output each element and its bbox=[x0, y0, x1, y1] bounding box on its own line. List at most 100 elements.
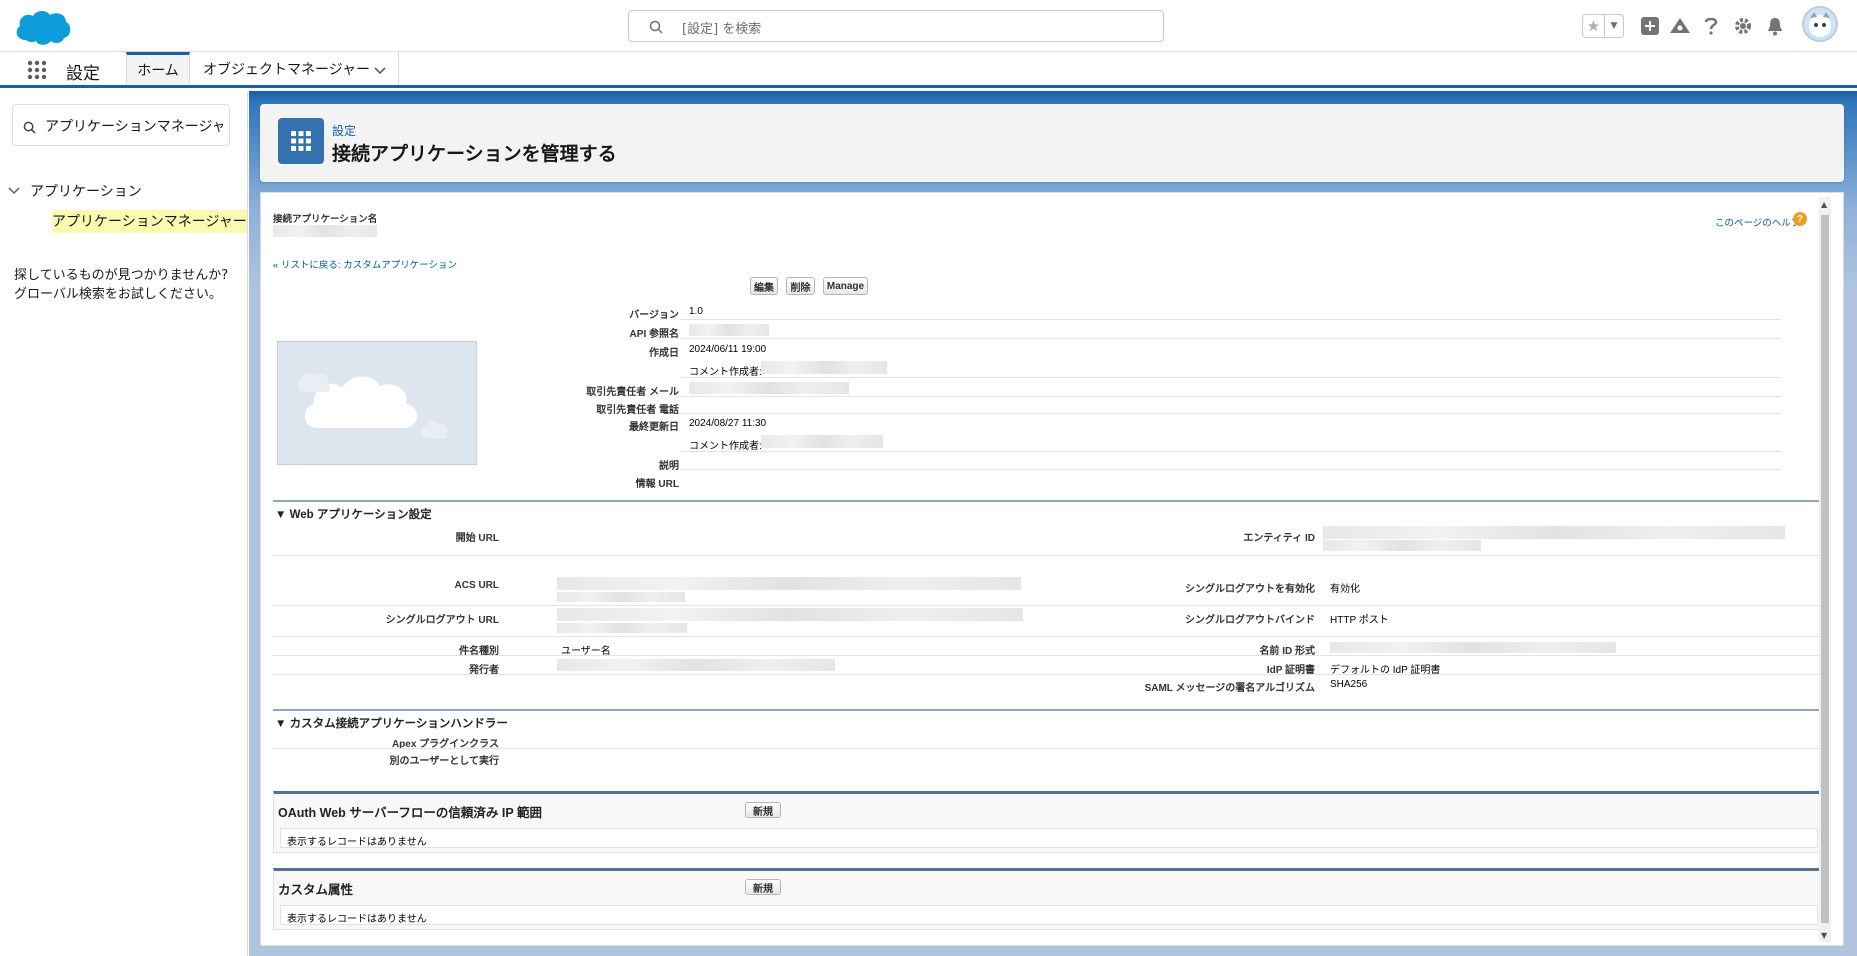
run-as-label: 別のユーザーとして実行 bbox=[389, 756, 500, 767]
created-date-label: 作成日 bbox=[649, 348, 679, 359]
app-logo-placeholder bbox=[277, 341, 477, 465]
acs-url-value-redacted-2 bbox=[557, 592, 685, 602]
setup-sidebar: アプリケーションマネージャー アプリケーション アプリケーションマネージャー 探… bbox=[0, 91, 248, 956]
back-to-list-link[interactable]: « リストに戻る: カスタムアプリケーション bbox=[273, 257, 457, 271]
manage-button[interactable]: Manage bbox=[823, 277, 868, 295]
version-value: 1.0 bbox=[689, 306, 703, 317]
global-header: [設定] を検索 ★ ▼ bbox=[0, 0, 1857, 52]
created-by-value-redacted bbox=[761, 361, 887, 374]
acs-url-label: ACS URL bbox=[454, 580, 499, 591]
cloud-icon bbox=[297, 372, 448, 439]
edit-button[interactable]: 編集 bbox=[750, 277, 778, 295]
related-list-oauth-ip-ranges: OAuth Web サーバーフローの信頼済み IP 範囲 新規 表示するレコード… bbox=[273, 791, 1825, 853]
app-name: 設定 bbox=[66, 64, 100, 84]
section-handler-header[interactable]: ▼ カスタム接続アプリケーションハンドラー bbox=[275, 715, 508, 731]
entity-id-value-redacted bbox=[1323, 526, 1785, 539]
slo-binding-label: シングルログアウトバインド bbox=[1185, 615, 1315, 626]
section-web-app-header[interactable]: ▼ Web アプリケーション設定 bbox=[275, 506, 432, 522]
favorites-dropdown-icon[interactable]: ▼ bbox=[1605, 15, 1623, 37]
related-list-custom-attributes: カスタム属性 新規 表示するレコードはありません bbox=[273, 868, 1825, 930]
row-divider bbox=[273, 655, 1825, 656]
user-avatar[interactable] bbox=[1802, 6, 1838, 42]
new-button[interactable]: 新規 bbox=[745, 802, 781, 818]
collapse-triangle-icon[interactable]: ▼ bbox=[275, 509, 286, 521]
salesforce-logo[interactable] bbox=[12, 6, 72, 48]
section-handler-title: カスタム接続アプリケーションハンドラー bbox=[289, 718, 508, 730]
search-icon bbox=[23, 119, 36, 138]
app-launcher-grid-icon[interactable] bbox=[27, 60, 47, 80]
help-link[interactable]: このページのヘルプ bbox=[1715, 215, 1800, 229]
modified-comment-by-label: コメント作成者: bbox=[689, 441, 762, 452]
notifications-bell-icon[interactable] bbox=[1763, 14, 1787, 38]
description-label: 説明 bbox=[659, 461, 679, 472]
breadcrumb[interactable]: 設定 bbox=[332, 122, 356, 139]
chevron-down-icon[interactable] bbox=[374, 63, 386, 79]
global-search-input[interactable]: [設定] を検索 bbox=[628, 10, 1164, 42]
help-icon[interactable] bbox=[1699, 14, 1723, 38]
slo-url-value-redacted-2 bbox=[557, 623, 687, 633]
tree-node-label: アプリケーション bbox=[30, 184, 142, 200]
empty-records-message: 表示するレコードはありません bbox=[280, 905, 1818, 925]
info-url-label: 情報 URL bbox=[635, 479, 679, 490]
row-divider bbox=[273, 636, 1825, 637]
global-search-placeholder: [設定] を検索 bbox=[682, 22, 762, 37]
new-button[interactable]: 新規 bbox=[745, 879, 781, 895]
chevron-down-icon[interactable] bbox=[8, 187, 20, 195]
page-header: 設定 接続アプリケーションを管理する bbox=[260, 104, 1844, 182]
api-name-label: API 参照名 bbox=[629, 329, 679, 340]
saml-signature-label: SAML メッセージの署名アルゴリズム bbox=[1144, 683, 1315, 694]
contact-email-value-redacted bbox=[689, 382, 849, 394]
slo-enabled-value: 有効化 bbox=[1330, 584, 1360, 595]
setup-gear-icon[interactable] bbox=[1731, 14, 1755, 38]
row-divider bbox=[681, 413, 1781, 414]
row-divider bbox=[273, 605, 1825, 606]
row-divider bbox=[681, 338, 1781, 339]
search-icon bbox=[649, 19, 663, 38]
not-found-line-2: グローバル検索をお試しください。 bbox=[14, 287, 222, 302]
row-divider bbox=[681, 377, 1781, 378]
related-list-title: カスタム属性 bbox=[278, 883, 354, 897]
start-url-label: 開始 URL bbox=[455, 533, 499, 544]
issuer-value-redacted bbox=[557, 659, 835, 671]
section-web-app-title: Web アプリケーション設定 bbox=[289, 509, 432, 521]
detail-content: 接続アプリケーション名 このページのヘルプ ? « リストに戻る: カスタムアプ… bbox=[260, 192, 1844, 946]
scrollbar-thumb[interactable] bbox=[1821, 215, 1829, 923]
vertical-scrollbar[interactable]: ▲ ▼ bbox=[1819, 197, 1831, 942]
row-divider bbox=[681, 396, 1781, 397]
tree-node-applications[interactable]: アプリケーション bbox=[8, 181, 142, 201]
entity-id-value-redacted-2 bbox=[1323, 540, 1481, 551]
scroll-down-arrow-icon[interactable]: ▼ bbox=[1821, 931, 1827, 940]
row-divider bbox=[681, 451, 1781, 452]
collapse-triangle-icon[interactable]: ▼ bbox=[275, 718, 286, 730]
tab-object-manager[interactable]: オブジェクトマネージャー bbox=[191, 52, 399, 85]
modified-date-value: 2024/08/27 11:30 bbox=[689, 418, 767, 429]
tab-home[interactable]: ホーム bbox=[126, 52, 190, 85]
section-divider bbox=[273, 500, 1825, 502]
favorites-group: ★ ▼ bbox=[1582, 14, 1624, 38]
created-comment-by-label: コメント作成者: bbox=[689, 367, 762, 378]
saml-signature-value: SHA256 bbox=[1330, 679, 1368, 690]
app-name-value-redacted bbox=[273, 225, 377, 237]
name-id-format-value-redacted bbox=[1330, 642, 1616, 653]
app-name-label: 接続アプリケーション名 bbox=[273, 214, 378, 225]
not-found-hint: 探しているものが見つかりませんか? グローバル検索をお試しください。 bbox=[14, 266, 228, 304]
modified-by-value-redacted bbox=[761, 435, 883, 448]
quick-find-input[interactable]: アプリケーションマネージャー bbox=[12, 104, 230, 146]
slo-url-value-redacted bbox=[557, 608, 1023, 621]
page-title: 接続アプリケーションを管理する bbox=[332, 143, 617, 165]
row-divider bbox=[273, 555, 1825, 556]
quick-find-value: アプリケーションマネージャー bbox=[45, 119, 223, 135]
row-divider bbox=[681, 469, 1781, 470]
scroll-up-arrow-icon[interactable]: ▲ bbox=[1821, 200, 1827, 209]
global-actions-plus-icon[interactable] bbox=[1638, 14, 1662, 38]
acs-url-value-redacted bbox=[557, 577, 1021, 590]
favorite-star-icon[interactable]: ★ bbox=[1583, 15, 1605, 37]
contact-email-label: 取引先責任者 メール bbox=[586, 387, 679, 398]
not-found-line-1: 探しているものが見つかりませんか? bbox=[14, 268, 229, 283]
tree-item-app-manager[interactable]: アプリケーションマネージャー bbox=[52, 210, 247, 233]
help-question-icon[interactable]: ? bbox=[1793, 212, 1807, 226]
trailhead-guidance-icon[interactable] bbox=[1668, 14, 1692, 38]
contact-phone-label: 取引先責任者 電話 bbox=[596, 405, 679, 416]
slo-url-label: シングルログアウト URL bbox=[385, 615, 499, 626]
delete-button[interactable]: 削除 bbox=[786, 277, 815, 295]
